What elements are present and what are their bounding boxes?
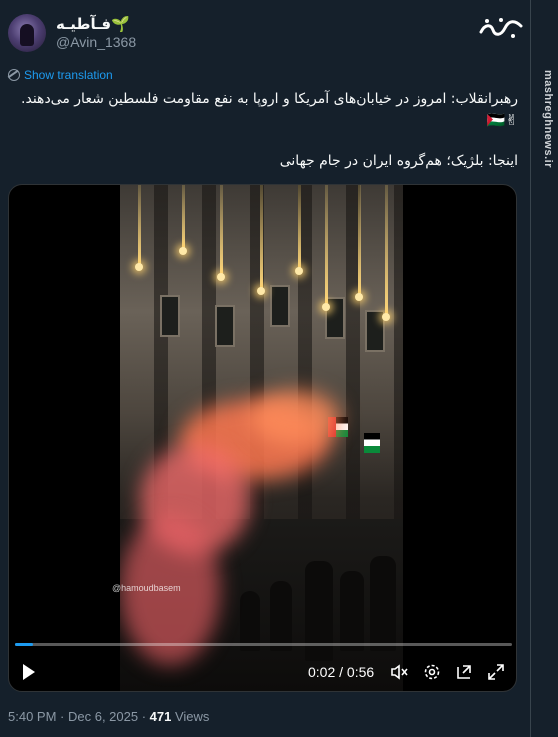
fullscreen-icon[interactable] — [487, 663, 505, 681]
play-icon[interactable] — [23, 664, 35, 680]
tweet-date[interactable]: Dec 6, 2025 — [68, 709, 138, 724]
mute-icon[interactable] — [390, 663, 408, 681]
video-frame — [120, 185, 403, 691]
views-label: Views — [174, 709, 210, 724]
video-progress-bar[interactable] — [15, 643, 512, 646]
settings-gear-icon[interactable] — [423, 663, 441, 681]
video-watermark: @hamoudbasem — [112, 583, 181, 593]
sprout-icon: 🌱 — [111, 16, 130, 33]
tweet-text-line-1: رهبرانقلاب: امروز در خیابان‌های آمریکا و… — [21, 91, 518, 107]
video-player[interactable]: @hamoudbasem 0:02 / 0:56 — [8, 184, 517, 692]
mashregh-url: mashreghnews.ir — [542, 70, 554, 168]
display-name[interactable]: فـآطیـه🌱 — [56, 15, 130, 33]
show-translation-label: Show translation — [24, 68, 113, 82]
tweet-meta: 5:40 PM · Dec 6, 2025 · 471 Views — [8, 709, 210, 724]
avatar-figure — [20, 24, 34, 46]
video-time: 0:02 / 0:56 — [308, 664, 375, 680]
watermark-strip: mashreghnews.ir — [530, 0, 558, 737]
display-name-text: فـآطیـه — [56, 16, 112, 33]
tweet-text-line-3: اینجا: بلژیک؛ هم‌گروه ایران در جام جهانی — [279, 153, 518, 169]
picture-in-picture-icon[interactable] — [455, 663, 473, 681]
mashregh-logo — [477, 14, 525, 42]
avatar[interactable] — [8, 14, 46, 52]
tweet-time[interactable]: 5:40 PM — [8, 709, 56, 724]
video-controls: 0:02 / 0:56 — [9, 655, 516, 691]
video-duration: 0:56 — [346, 664, 375, 680]
show-translation-link[interactable]: Show translation — [8, 68, 113, 82]
user-handle[interactable]: @Avin_1368 — [56, 34, 136, 50]
video-current-time: 0:02 — [308, 664, 336, 680]
translate-icon — [8, 69, 20, 81]
tweet: فـآطیـه🌱 @Avin_1368 Show translation رهب… — [0, 0, 530, 737]
views-count: 471 — [149, 709, 172, 724]
tweet-header: فـآطیـه🌱 @Avin_1368 — [8, 12, 528, 56]
tweet-text-emoji-line: ✌🇵🇸 — [486, 111, 518, 129]
video-progress-fill — [15, 643, 33, 646]
